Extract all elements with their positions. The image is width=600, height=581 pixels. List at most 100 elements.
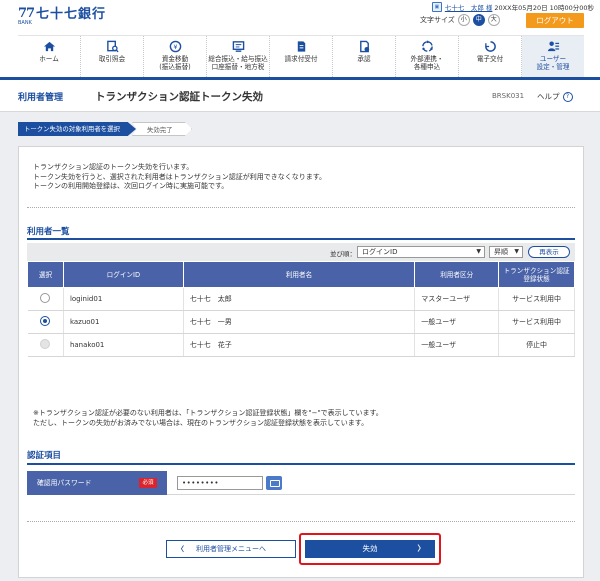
page-title-bar: 利用者管理 トランザクション認証トークン失効 BRSK031 ヘルプ ? bbox=[0, 80, 600, 112]
back-to-menu-button[interactable]: 〈 利用者管理メニューへ bbox=[166, 540, 296, 558]
intro-text: トランザクション認証のトークン失効を行います。 トークン失効を行うと、選択された… bbox=[33, 163, 326, 192]
chevron-right-icon: 〉 bbox=[417, 544, 426, 553]
nav-e-delivery[interactable]: 電子交付 bbox=[459, 36, 522, 77]
revoke-button[interactable]: 失効 〉 bbox=[305, 540, 435, 558]
invoice-icon bbox=[297, 41, 305, 52]
chevron-down-icon: ▼ bbox=[476, 248, 481, 255]
user-list-title: 利用者一覧 bbox=[27, 227, 70, 237]
login-id-cell: hanako01 bbox=[63, 333, 184, 357]
select-radio-disabled bbox=[40, 339, 51, 349]
font-size-medium-button[interactable]: 中 bbox=[472, 14, 485, 26]
nav-label: 承認 bbox=[357, 55, 371, 63]
password-row: 確認用パスワード 必須 •••••••• bbox=[27, 471, 575, 495]
font-size-small-button[interactable]: 小 bbox=[457, 14, 470, 26]
help-label: ヘルプ bbox=[537, 92, 560, 101]
nav-label: 資金移動 (振込振替) bbox=[159, 55, 191, 71]
user-settings-icon bbox=[547, 41, 559, 52]
main-content: トークン失効の対象利用者を選択 失効完了 トランザクション認証のトークン失効を行… bbox=[0, 112, 600, 581]
logout-button[interactable]: ログアウト bbox=[526, 13, 584, 28]
e-delivery-icon bbox=[484, 41, 496, 52]
submit-highlight: 失効 〉 bbox=[299, 533, 441, 565]
nav-fund-transfer[interactable]: ¥ 資金移動 (振込振替) bbox=[144, 36, 207, 77]
nav-home[interactable]: ホーム bbox=[18, 36, 81, 77]
step-indicator: トークン失効の対象利用者を選択 失効完了 bbox=[18, 122, 192, 136]
col-user-type: 利用者区分 bbox=[414, 261, 500, 288]
col-auth-status: トランザクション認証 登録状態 bbox=[498, 261, 575, 288]
divider bbox=[27, 521, 575, 522]
bank-mark-number: 77 bbox=[18, 6, 35, 21]
user-type-cell: 一般ユーザ bbox=[414, 310, 500, 334]
software-keyboard-icon[interactable] bbox=[266, 476, 282, 490]
content-panel: トランザクション認証のトークン失効を行います。 トークン失効を行うと、選択された… bbox=[18, 146, 584, 578]
sort-order-select[interactable]: 昇順 ▼ bbox=[489, 246, 523, 258]
select-radio[interactable] bbox=[40, 293, 51, 303]
transfer-icon: ¥ bbox=[169, 40, 181, 53]
font-size-label: 文字サイズ bbox=[420, 16, 455, 24]
user-name-link[interactable]: 七十七 太郎 様 bbox=[445, 2, 493, 12]
nav-inquiry[interactable]: 取引照会 bbox=[81, 36, 144, 77]
help-link[interactable]: ヘルプ ? bbox=[537, 91, 573, 102]
chevron-left-icon: 〈 bbox=[177, 545, 184, 553]
user-name-cell: 七十七 一男 bbox=[183, 310, 416, 334]
sort-label: 並び順： bbox=[330, 250, 356, 258]
user-table: 選択 ログインID 利用者名 利用者区分 トランザクション認証 登録状態 log… bbox=[27, 261, 575, 357]
intro-line: トランザクション認証のトークン失効を行います。 bbox=[33, 163, 194, 171]
auth-status-cell: サービス利用中 bbox=[498, 310, 575, 334]
nav-label: 外部連携・ 各種申込 bbox=[410, 55, 444, 71]
font-size-switcher: 文字サイズ 小 中 大 bbox=[420, 14, 500, 26]
nav-label: 取引照会 bbox=[98, 55, 126, 63]
intro-line: トークンの利用開始登録は、次回ログイン時に実施可能です。 bbox=[33, 182, 229, 190]
col-user-name: 利用者名 bbox=[182, 261, 416, 288]
nav-invoice[interactable]: 請求付受付 bbox=[270, 36, 333, 77]
nav-user-settings[interactable]: ユーザー 設定・管理 bbox=[522, 36, 584, 77]
user-name-cell: 七十七 花子 bbox=[183, 333, 416, 357]
bank-logo[interactable]: 77 BANK 七十七銀行 bbox=[18, 6, 106, 26]
section-rule bbox=[27, 463, 575, 465]
sort-order-value: 昇順 bbox=[494, 248, 508, 256]
link-icon bbox=[421, 40, 433, 52]
nav-batch-transfer[interactable]: 総合振込・給与振込 口座振替・地方税 bbox=[207, 36, 270, 77]
user-card-icon: ▣ bbox=[431, 2, 442, 12]
user-name-cell: 七十七 太郎 bbox=[183, 287, 416, 311]
redisplay-button[interactable]: 再表示 bbox=[528, 246, 570, 258]
table-row[interactable]: kazuo01 七十七 一男 一般ユーザ サービス利用中 bbox=[27, 310, 575, 334]
header: 77 BANK 七十七銀行 ▣ 七十七 太郎 様 20XX年05月20日 10時… bbox=[0, 0, 600, 32]
bank-mark-sub: BANK bbox=[18, 20, 32, 26]
search-doc-icon bbox=[106, 40, 119, 53]
divider bbox=[27, 207, 575, 208]
revoke-button-label: 失効 bbox=[362, 544, 378, 553]
auth-status-cell: 停止中 bbox=[498, 333, 575, 357]
login-id-cell: kazuo01 bbox=[63, 310, 184, 334]
col-login-id: ログインID bbox=[62, 261, 184, 288]
select-cell[interactable] bbox=[27, 287, 64, 311]
page-title: トランザクション認証トークン失効 bbox=[95, 91, 263, 103]
nav-label: 請求付受付 bbox=[284, 55, 318, 63]
select-cell bbox=[27, 333, 64, 357]
table-row[interactable]: loginid01 七十七 太郎 マスターユーザ サービス利用中 bbox=[27, 287, 575, 311]
user-type-cell: 一般ユーザ bbox=[414, 333, 500, 357]
select-cell[interactable] bbox=[27, 310, 64, 334]
intro-line: トークン失効を行うと、選択された利用者はトランザクション認証が利用できなくなりま… bbox=[33, 172, 327, 181]
approve-icon bbox=[359, 40, 369, 53]
font-size-large-button[interactable]: 大 bbox=[487, 14, 500, 26]
step-current: トークン失効の対象利用者を選択 bbox=[18, 122, 136, 136]
nav-approval[interactable]: 承認 bbox=[333, 36, 396, 77]
nav-label: 総合振込・給与振込 口座振替・地方税 bbox=[208, 55, 268, 71]
global-nav: ホーム 取引照会 ¥ 資金移動 (振込振替) 総合振込・給与振込 口座振替・地方… bbox=[18, 35, 584, 77]
last-login-time: 20XX年05月20日 10時00分00秒 bbox=[494, 4, 594, 12]
table-header-row: 選択 ログインID 利用者名 利用者区分 トランザクション認証 登録状態 bbox=[27, 261, 575, 288]
user-type-cell: マスターユーザ bbox=[414, 287, 500, 311]
note-line: ただし、トークンの失効がお済みでない場合は、現在のトランザクション認証登録状態を… bbox=[33, 418, 369, 427]
nav-external-link[interactable]: 外部連携・ 各種申込 bbox=[396, 36, 459, 77]
step-next: 失効完了 bbox=[132, 122, 192, 136]
nav-label: 電子交付 bbox=[476, 55, 504, 63]
login-id-cell: loginid01 bbox=[63, 287, 184, 311]
required-badge: 必須 bbox=[139, 478, 157, 488]
user-info: ▣ 七十七 太郎 様 20XX年05月20日 10時00分00秒 bbox=[431, 2, 594, 12]
confirm-password-input[interactable]: •••••••• bbox=[177, 476, 263, 490]
nav-label: ホーム bbox=[39, 55, 59, 63]
table-note: ※トランザクション認証が必要のない利用者は、「トランザクション認証登録状態」欄を… bbox=[33, 409, 383, 428]
select-radio[interactable] bbox=[40, 316, 51, 326]
section-rule bbox=[27, 238, 575, 240]
sort-key-select[interactable]: ログインID ▼ bbox=[357, 246, 485, 258]
